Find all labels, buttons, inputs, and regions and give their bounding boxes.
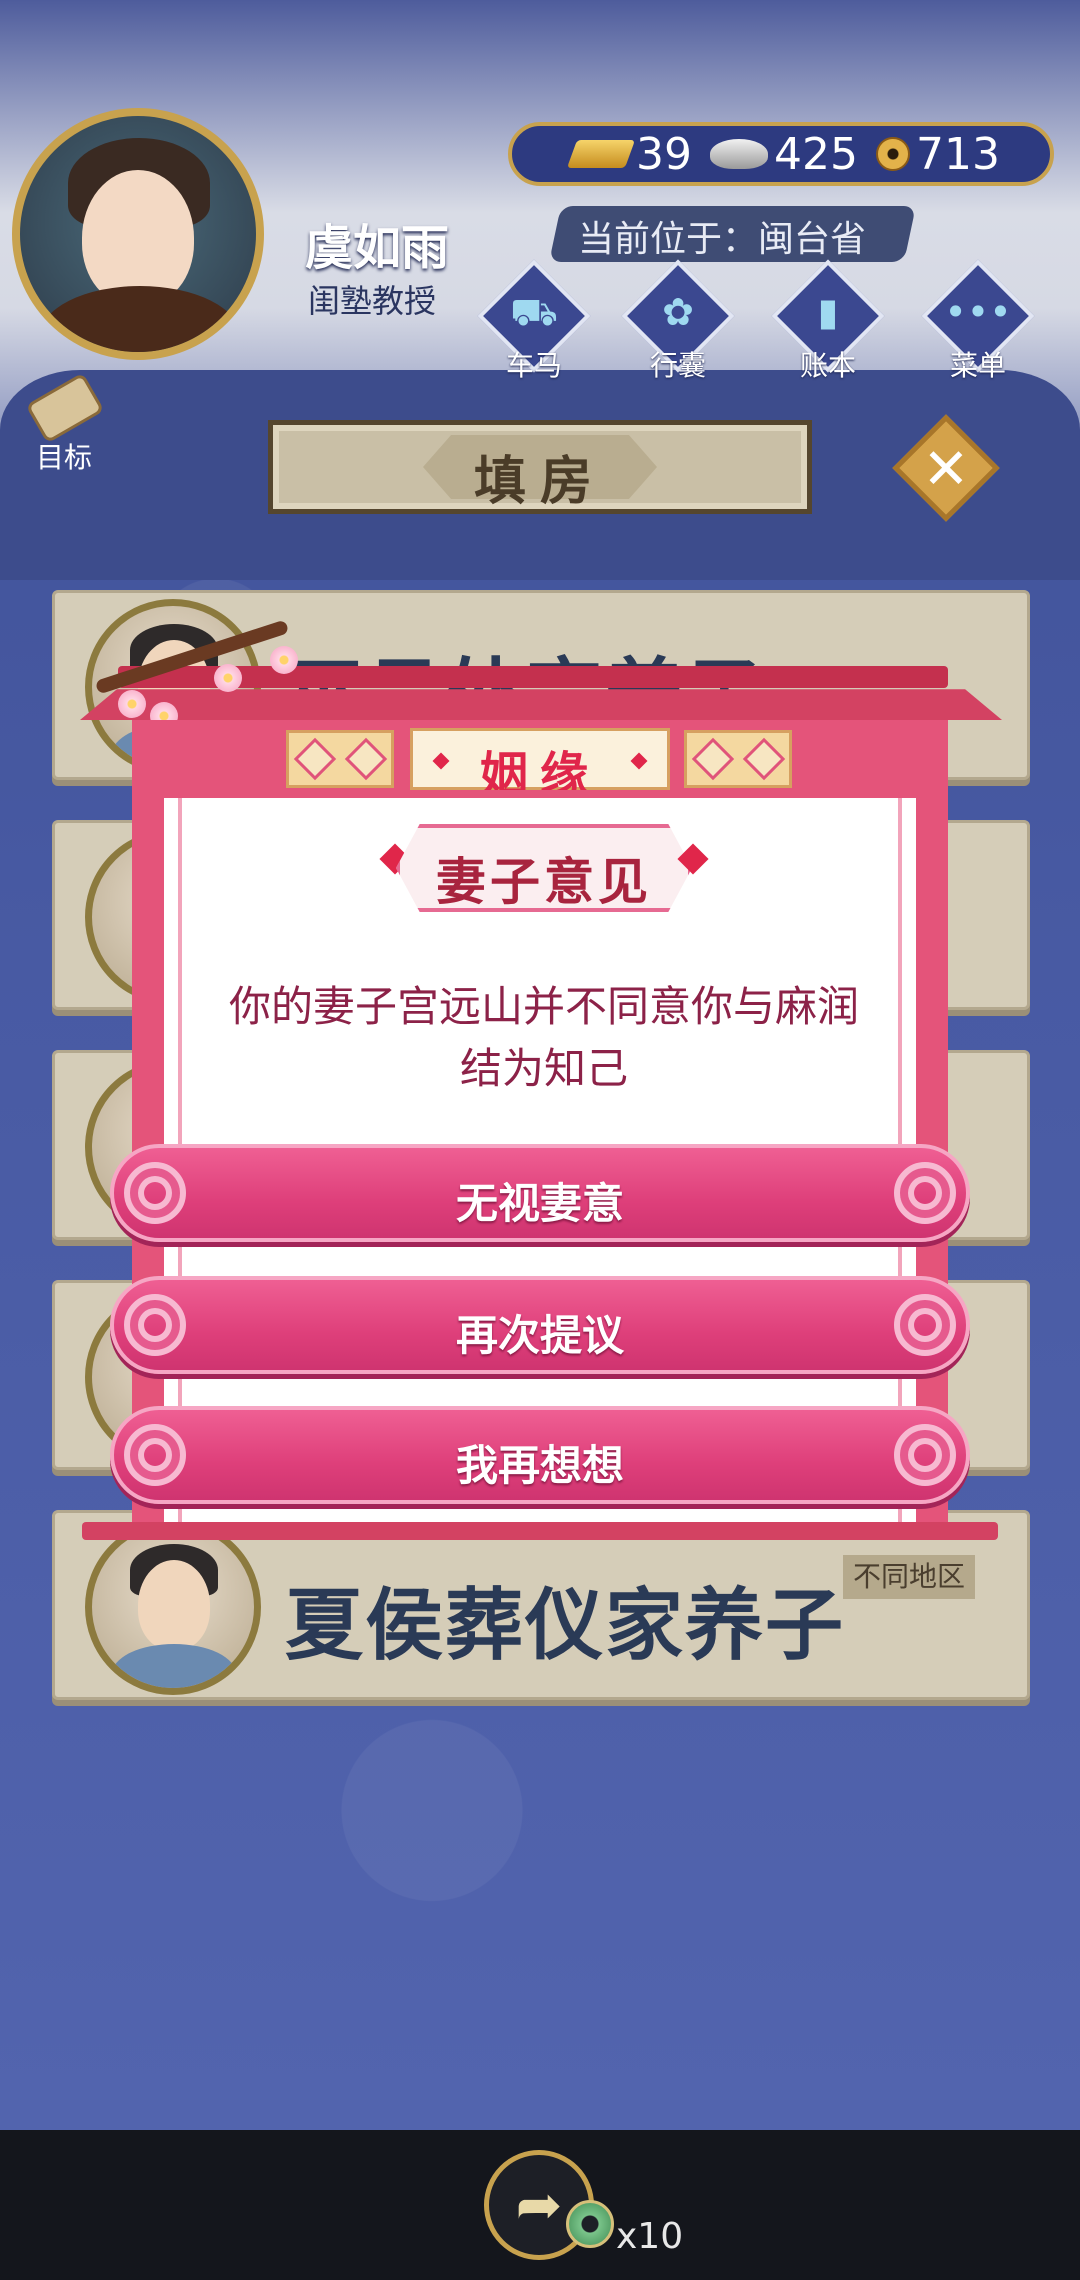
blossom-icon (118, 690, 146, 718)
swirl-ornament-icon (894, 1424, 956, 1486)
blossom-icon (270, 646, 298, 674)
blossom-icon (214, 664, 242, 692)
menu-more-button[interactable]: ••• 菜单 (918, 259, 1038, 390)
region-tag: 不同地区 (842, 1555, 975, 1599)
jade-coin-icon (566, 2200, 614, 2248)
goal-button[interactable]: 目标 (14, 372, 114, 480)
gold-bar-icon (566, 140, 636, 168)
modal-header: 姻缘 (132, 720, 948, 803)
swirl-ornament-icon (894, 1162, 956, 1224)
candidate-name: 夏侯葬仪家养子 (285, 1581, 846, 1671)
copper-coin-icon (875, 137, 910, 171)
more-icon: ••• (944, 290, 1012, 334)
swirl-ornament-icon (894, 1294, 956, 1356)
ledger-icon: ▮ (817, 290, 839, 334)
carriage-icon: ⛟ (510, 290, 558, 334)
close-icon[interactable]: ✕ (904, 428, 988, 512)
menu-bag-button[interactable]: ✿ 行囊 (618, 259, 738, 390)
share-count: x10 (616, 2216, 684, 2257)
player-name: 虞如雨 (305, 220, 450, 276)
propose-again-button[interactable]: 再次提议 (110, 1276, 970, 1374)
modal-roof-ridge (118, 666, 948, 688)
bag-icon: ✿ (662, 290, 694, 334)
menu-carriage-button[interactable]: ⛟ 车马 (474, 259, 594, 390)
player-avatar[interactable] (12, 108, 264, 360)
gold-counter: 39 (566, 129, 692, 180)
silver-ingot-icon (710, 139, 768, 169)
currency-bar: 39 425 713 (508, 122, 1054, 186)
modal-base (82, 1522, 998, 1540)
player-title: 闺塾教授 (308, 282, 437, 320)
think-again-button[interactable]: 我再想想 (110, 1406, 970, 1504)
ignore-wife-button[interactable]: 无视妻意 (110, 1144, 970, 1242)
scroll-icon (25, 372, 105, 444)
menu-ledger-button[interactable]: ▮ 账本 (768, 259, 888, 390)
location-text: 当前位于：闽台省 (578, 219, 867, 260)
coin-counter: 713 (875, 129, 1000, 180)
candidate-portrait (85, 1519, 261, 1695)
modal-message: 你的妻子宫远山并不同意你与麻润结为知己 (228, 982, 859, 1093)
opinion-badge: 妻子意见 (396, 824, 692, 912)
silver-counter: 425 (710, 129, 858, 180)
panel-title: 填房 (268, 420, 812, 514)
